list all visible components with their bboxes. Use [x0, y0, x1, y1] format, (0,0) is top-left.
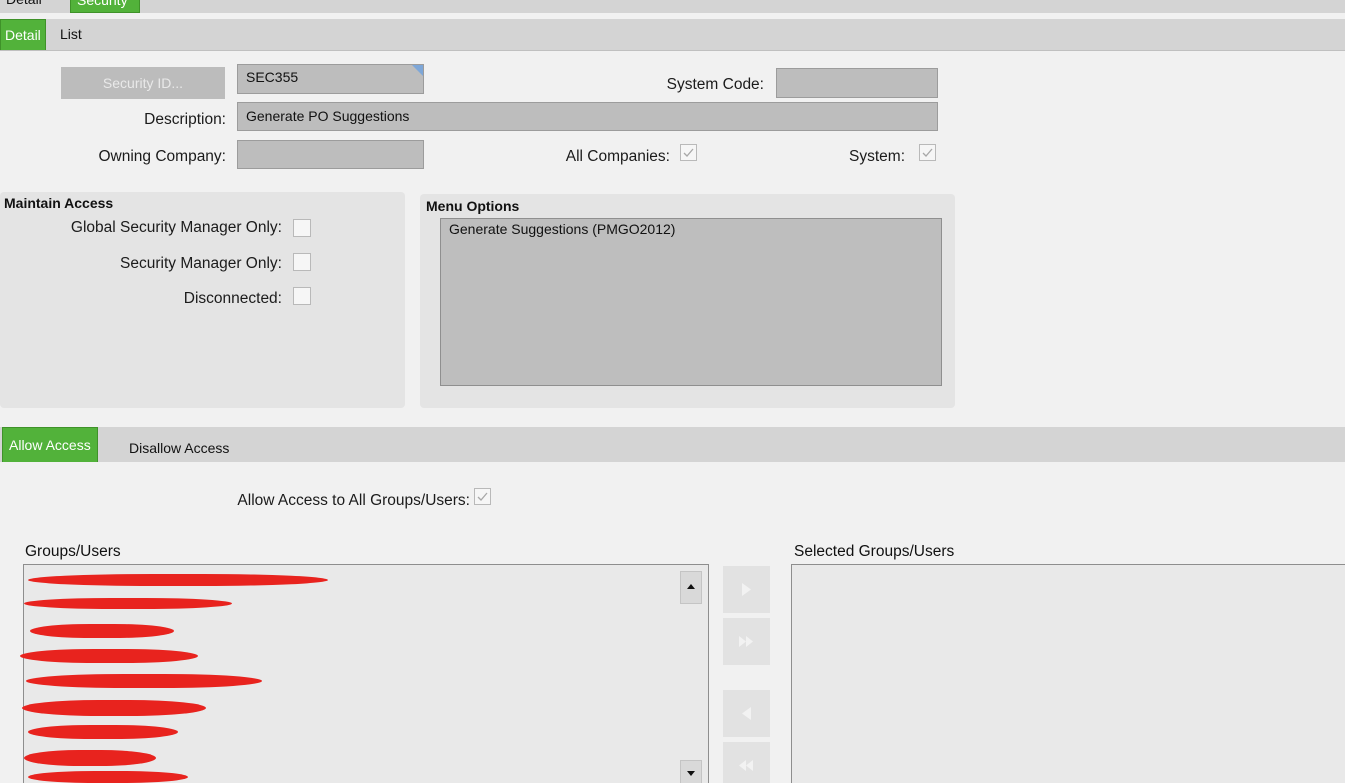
- scroll-down-button[interactable]: [680, 760, 702, 783]
- double-arrow-left-icon: [739, 760, 753, 771]
- double-arrow-right-icon: [739, 636, 753, 647]
- owning-company-field[interactable]: [237, 140, 424, 169]
- redacted-list-item[interactable]: [30, 624, 174, 638]
- field-corner-marker: [412, 65, 423, 76]
- remove-selected-button[interactable]: [723, 690, 770, 737]
- groups-users-label: Groups/Users: [25, 543, 121, 560]
- checkmark-icon: [922, 148, 933, 157]
- tab-security-top[interactable]: Security: [70, 0, 140, 13]
- checkmark-icon: [477, 492, 488, 501]
- tab-list[interactable]: List: [54, 19, 88, 50]
- selected-groups-users-label: Selected Groups/Users: [794, 543, 955, 560]
- menu-option-item[interactable]: Generate Suggestions (PMGO2012): [449, 221, 675, 237]
- system-label: System:: [849, 148, 905, 165]
- redacted-list-item[interactable]: [28, 771, 188, 783]
- disconnected-label: Disconnected:: [183, 290, 282, 307]
- groups-users-list[interactable]: [20, 564, 709, 783]
- redacted-list-item[interactable]: [28, 725, 178, 739]
- allow-all-checkbox[interactable]: [474, 488, 491, 505]
- caret-down-icon: [687, 771, 695, 776]
- redacted-list-item[interactable]: [26, 674, 262, 688]
- all-companies-label: All Companies:: [565, 148, 670, 165]
- add-all-button[interactable]: [723, 618, 770, 665]
- global-security-manager-label: Global Security Manager Only:: [70, 219, 282, 236]
- menu-options-list[interactable]: Generate Suggestions (PMGO2012): [440, 218, 942, 386]
- security-id-button[interactable]: Security ID...: [61, 67, 225, 99]
- system-code-label: System Code:: [666, 76, 764, 93]
- security-id-field[interactable]: SEC355: [237, 64, 424, 94]
- redacted-list-item[interactable]: [22, 700, 206, 716]
- redacted-list-item[interactable]: [28, 574, 328, 586]
- arrow-right-icon: [742, 583, 751, 596]
- redacted-list-item[interactable]: [24, 598, 232, 609]
- redacted-list-item[interactable]: [20, 649, 198, 663]
- disconnected-checkbox[interactable]: [293, 287, 311, 305]
- caret-up-icon: [687, 584, 695, 589]
- global-security-manager-checkbox[interactable]: [293, 219, 311, 237]
- checkmark-icon: [683, 148, 694, 157]
- redacted-list-item[interactable]: [24, 750, 156, 766]
- top-tab-strip: Detail Security: [0, 0, 1345, 13]
- arrow-left-icon: [742, 707, 751, 720]
- add-selected-button[interactable]: [723, 566, 770, 613]
- menu-options-title: Menu Options: [426, 198, 520, 214]
- system-checkbox[interactable]: [919, 144, 936, 161]
- tab-allow-access[interactable]: Allow Access: [2, 427, 98, 462]
- scroll-up-button[interactable]: [680, 571, 702, 604]
- description-field[interactable]: Generate PO Suggestions: [237, 102, 938, 131]
- selected-groups-users-list[interactable]: [791, 564, 1345, 783]
- description-label: Description:: [144, 111, 226, 128]
- security-manager-label: Security Manager Only:: [120, 255, 282, 272]
- tab-detail[interactable]: Detail: [0, 19, 46, 50]
- detail-tab-strip: Detail List: [0, 19, 1345, 51]
- security-manager-checkbox[interactable]: [293, 253, 311, 271]
- system-code-field[interactable]: [776, 68, 938, 98]
- tab-detail-top[interactable]: Detail: [0, 0, 48, 13]
- remove-all-button[interactable]: [723, 742, 770, 783]
- allow-all-label: Allow Access to All Groups/Users:: [237, 492, 470, 509]
- access-tab-strip: Allow Access Disallow Access: [0, 427, 1345, 462]
- owning-company-label: Owning Company:: [98, 148, 226, 165]
- maintain-access-title: Maintain Access: [4, 195, 114, 211]
- tab-disallow-access[interactable]: Disallow Access: [123, 427, 235, 462]
- all-companies-checkbox[interactable]: [680, 144, 697, 161]
